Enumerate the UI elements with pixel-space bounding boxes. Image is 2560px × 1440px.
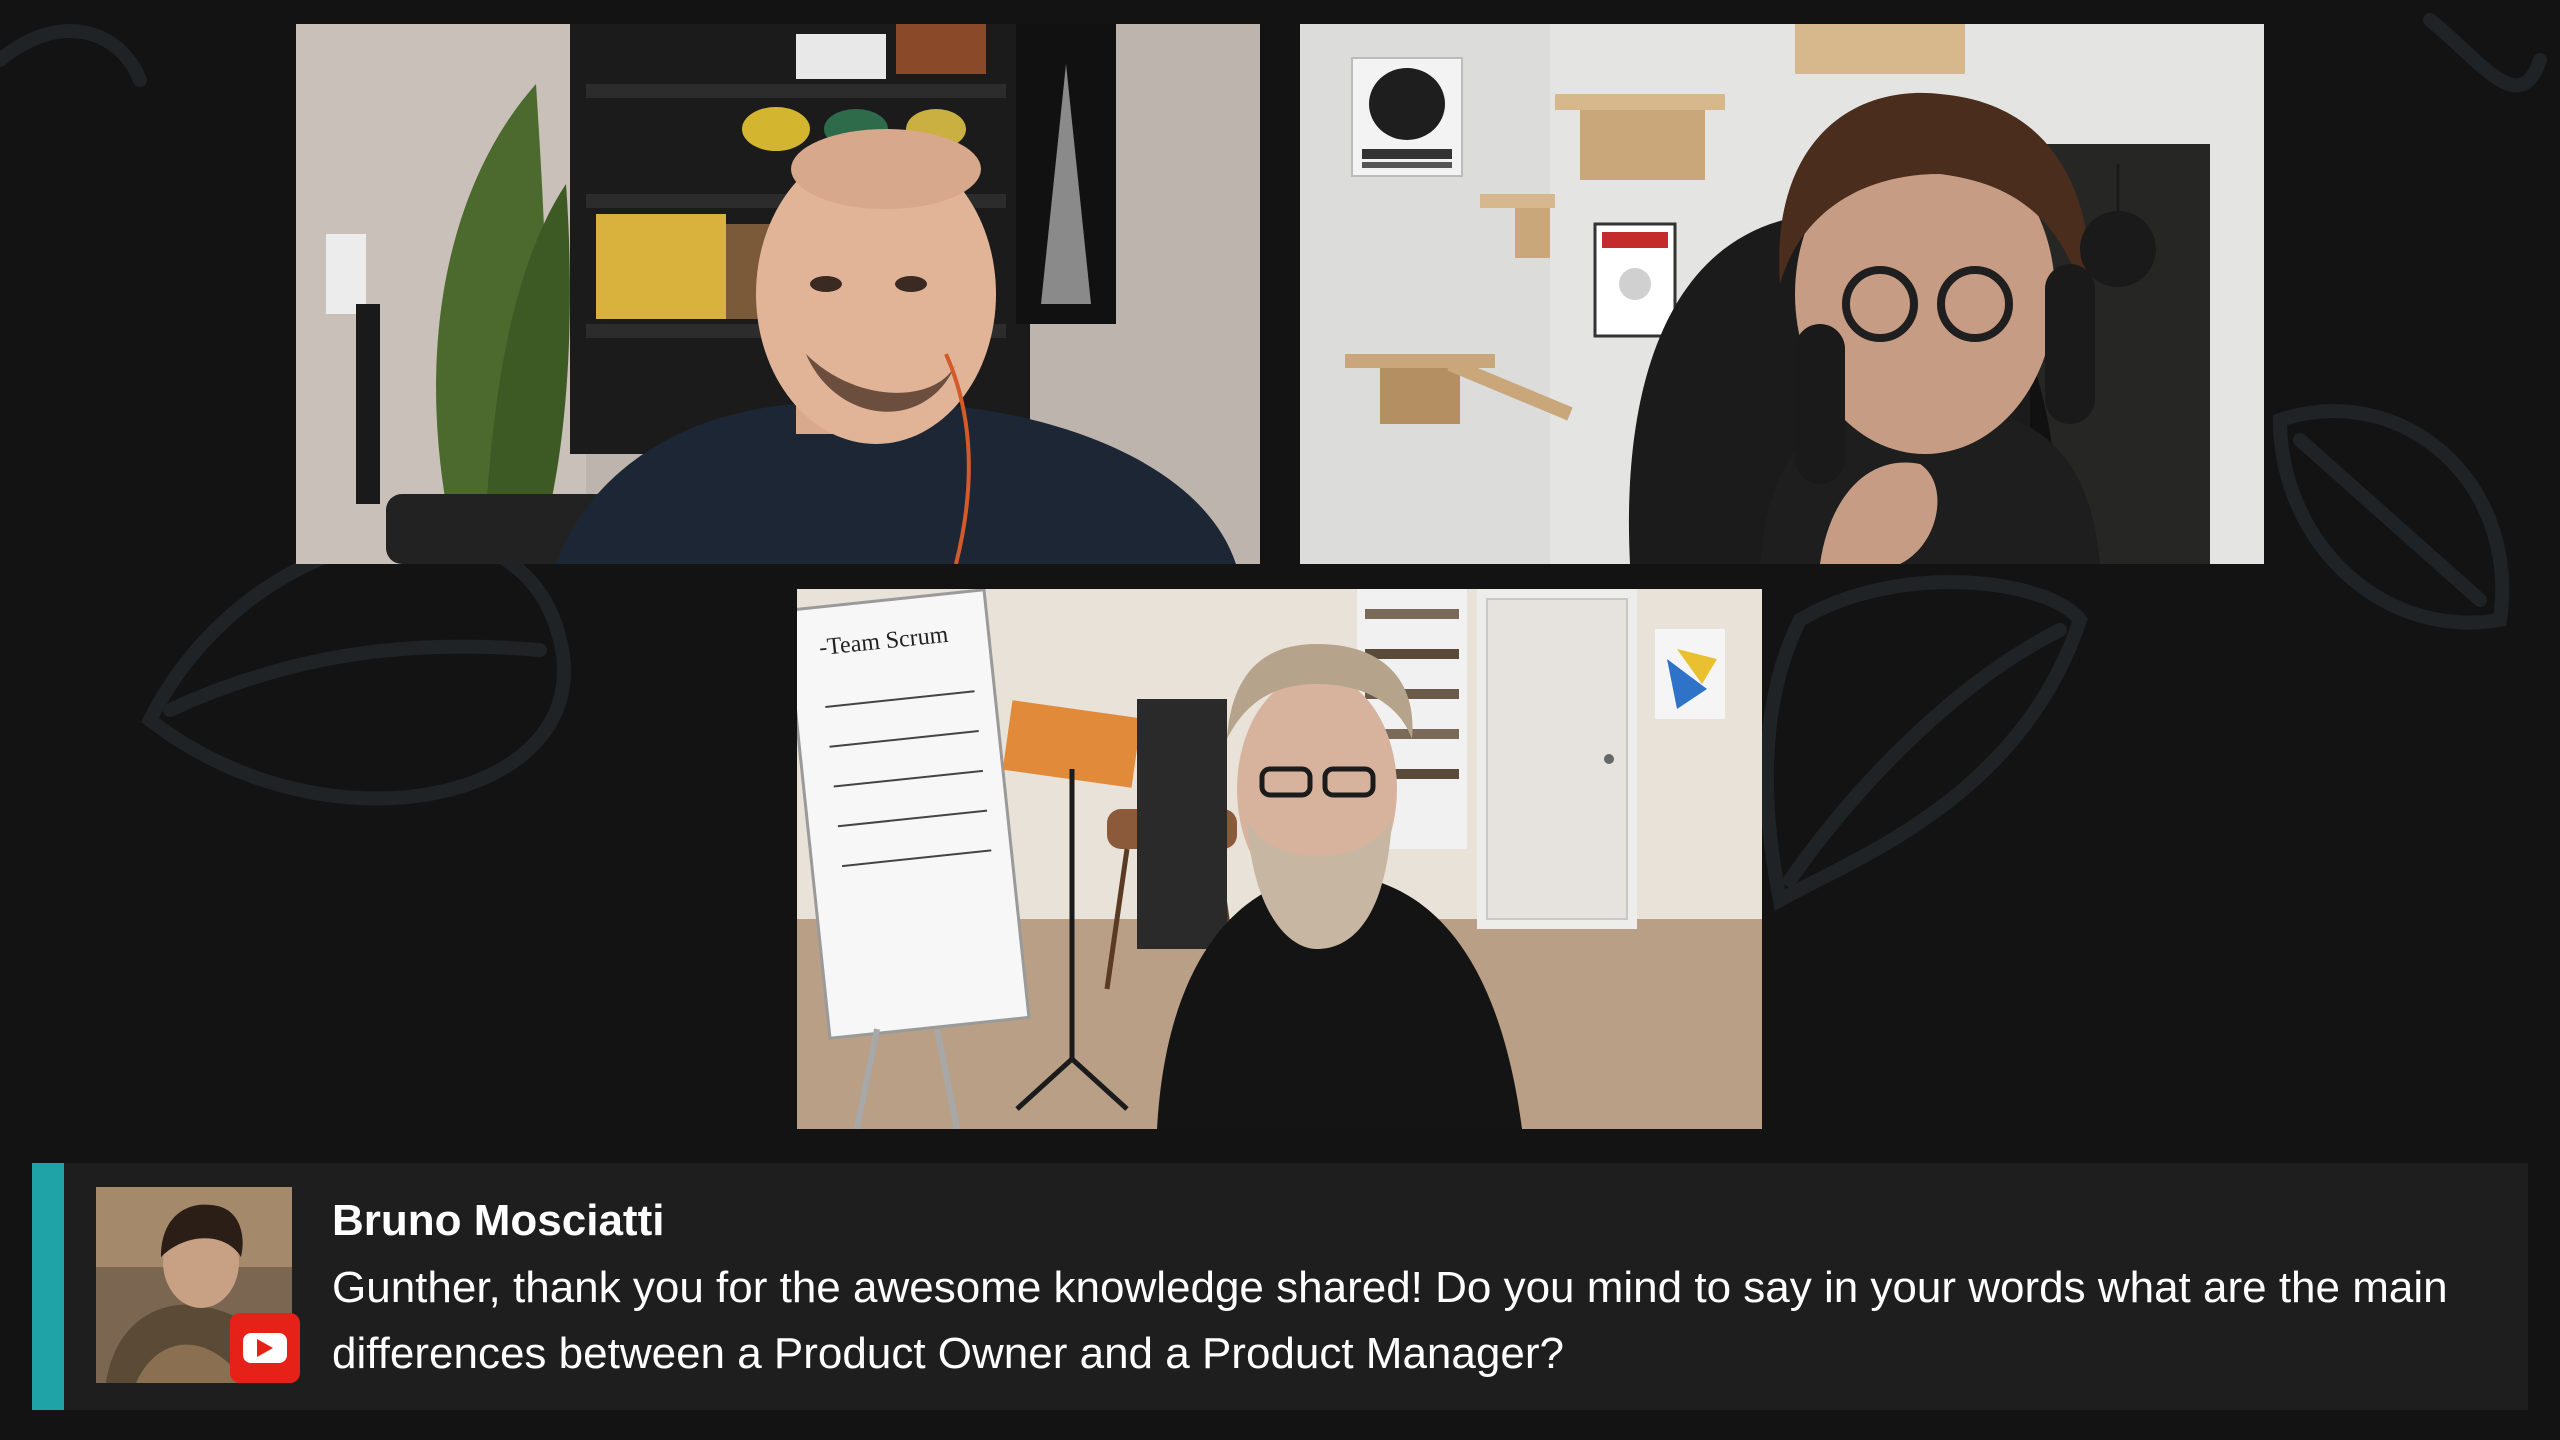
- participant-video-frame: [1300, 24, 2264, 564]
- video-tile-speaker-bottom-center: -Team Scrum: [797, 589, 1762, 1129]
- featured-comment-banner: Bruno Mosciatti Gunther, thank you for t…: [32, 1163, 2528, 1410]
- play-icon: [257, 1339, 273, 1357]
- participant-video-frame: -Team Scrum: [797, 589, 1762, 1129]
- youtube-icon: [230, 1313, 300, 1383]
- video-tile-speaker-top-right: [1300, 24, 2264, 564]
- comment-message: Gunther, thank you for the awesome knowl…: [332, 1263, 2448, 1378]
- comment-accent-bar: [32, 1163, 64, 1410]
- stream-canvas: -Team Scrum Bruno Mosciatti Gunther, tha…: [0, 0, 2560, 1440]
- video-tile-speaker-top-left: [296, 24, 1260, 564]
- comment-author: Bruno Mosciatti: [332, 1196, 665, 1245]
- youtube-icon-frame: [243, 1333, 287, 1363]
- participant-video-frame: [296, 24, 1260, 564]
